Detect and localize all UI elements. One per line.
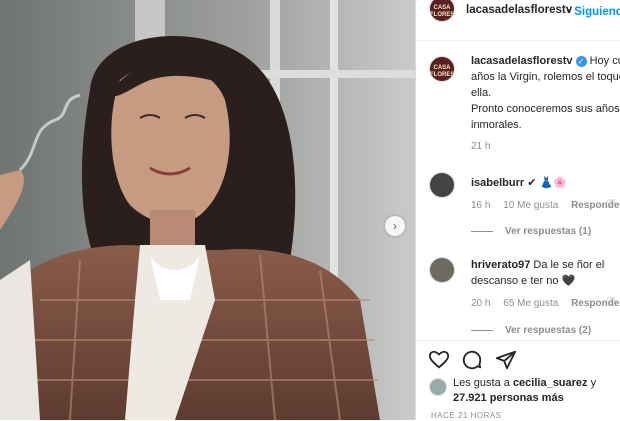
comment-time: 16 h xyxy=(471,200,491,211)
comment-like-icon[interactable]: ♡ xyxy=(606,197,616,210)
share-icon[interactable] xyxy=(495,349,517,371)
next-arrow-icon[interactable]: › xyxy=(385,216,405,236)
comment-time: 20 h xyxy=(471,298,491,309)
follow-dot: • xyxy=(567,6,572,18)
liker-avatar[interactable] xyxy=(429,378,447,396)
caption: lacasadelasflorestv✓ Hoy cumple años la … xyxy=(471,53,620,133)
likes-user[interactable]: cecilia_suarez xyxy=(513,377,588,389)
likes-summary: Les gusta a cecilia_suarez y 27.921 pers… xyxy=(453,376,596,406)
view-replies-button[interactable]: Ver respuestas (2) xyxy=(471,325,591,336)
likes-mid: y xyxy=(587,377,597,389)
caption-avatar-text: CASA FLORES xyxy=(430,65,455,78)
caption-line-1: años la Virgin, rolemos el toque a xyxy=(471,71,620,83)
comment-item: isabelburr ✔ 👗🌸 xyxy=(471,175,567,191)
caption-avatar[interactable]: CASA FLORES xyxy=(429,56,455,82)
likes-count[interactable]: 27.921 personas más xyxy=(453,392,564,404)
caption-line-4: inmorales. xyxy=(471,119,522,131)
post-photo[interactable]: › xyxy=(0,0,415,420)
post-image xyxy=(0,0,415,420)
comment-text: ✔ 👗🌸 xyxy=(527,177,567,189)
caption-line-3: Pronto conoceremos sus años xyxy=(471,103,620,115)
comment-likes[interactable]: 65 Me gusta xyxy=(503,298,558,309)
comment-likes[interactable]: 10 Me gusta xyxy=(503,200,558,211)
author-avatar[interactable]: CASA FLORES xyxy=(429,0,455,22)
likes-prefix: Les gusta a xyxy=(453,377,513,389)
verified-icon: ✓ xyxy=(575,55,587,67)
comment-meta: 20 h 65 Me gusta Responder xyxy=(471,298,620,309)
comment-meta: 16 h 10 Me gusta Responder xyxy=(471,200,620,211)
comment-avatar[interactable] xyxy=(429,172,455,198)
replies-divider xyxy=(471,329,493,331)
view-replies-label: Ver respuestas (2) xyxy=(505,325,592,336)
author-username[interactable]: lacasadelasflorestv xyxy=(466,4,572,16)
post-header: CASA FLORES lacasadelasflorestv • Siguie… xyxy=(416,0,620,41)
comment-avatar[interactable] xyxy=(429,257,455,283)
replies-divider xyxy=(471,230,493,232)
comments-panel: CASA FLORES lacasadelasflorestv • Siguie… xyxy=(415,0,620,420)
caption-time: 21 h xyxy=(471,141,491,152)
comment-icon[interactable] xyxy=(461,349,483,371)
caption-line-2: ella. xyxy=(471,87,492,99)
comment-username[interactable]: hriverato97 xyxy=(471,259,530,271)
caption-username[interactable]: lacasadelasflorestv xyxy=(471,55,573,67)
caption-line-0: Hoy cumple xyxy=(589,55,620,67)
follow-status[interactable]: • Siguiendo xyxy=(567,6,620,18)
comment-item: hriverato97 Da le se ñor el descanso e t… xyxy=(471,257,611,289)
post-actions: Les gusta a cecilia_suarez y 27.921 pers… xyxy=(416,340,620,421)
comment-username[interactable]: isabelburr xyxy=(471,177,524,189)
like-icon[interactable] xyxy=(428,349,450,371)
post-time-ago: HACE 21 HORAS xyxy=(431,411,502,420)
view-replies-label: Ver respuestas (1) xyxy=(505,226,592,237)
view-replies-button[interactable]: Ver respuestas (1) xyxy=(471,226,591,237)
follow-button[interactable]: Siguiendo xyxy=(574,6,620,18)
comment-like-icon[interactable]: ♡ xyxy=(606,295,616,308)
avatar-text: CASA FLORES xyxy=(430,5,455,18)
